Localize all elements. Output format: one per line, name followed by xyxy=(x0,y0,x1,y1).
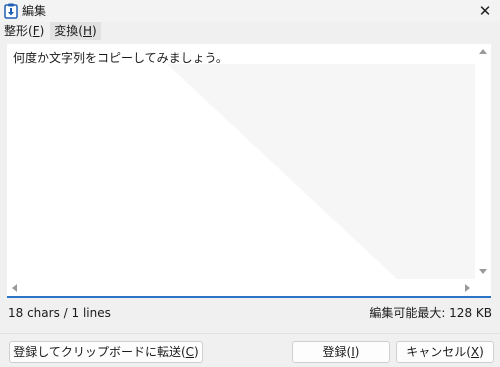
title-bar: 編集 ✕ xyxy=(0,0,500,22)
menu-convert-mnemonic: H xyxy=(82,24,92,38)
menu-convert[interactable]: 変換(H) xyxy=(50,22,101,40)
register-copy-label: 登録してクリップボードに転送( xyxy=(13,345,186,359)
cancel-label: キャンセル( xyxy=(406,345,471,359)
menu-format[interactable]: 整形(F) xyxy=(0,22,48,40)
cancel-suffix: ) xyxy=(479,345,484,359)
edit-dialog: 編集 ✕ 整形(F) 変換(H) 何度か文字列をコピーしてみましょう。 18 c… xyxy=(0,0,500,367)
window-title: 編集 xyxy=(22,4,47,18)
menu-format-suffix: ) xyxy=(39,24,45,38)
arrow-right-icon[interactable] xyxy=(465,284,470,292)
register-label: 登録( xyxy=(322,345,352,359)
clipboard-arrow-icon xyxy=(4,3,18,19)
scroll-corner xyxy=(475,280,491,296)
register-button[interactable]: 登録(I) xyxy=(292,341,390,363)
arrow-left-icon[interactable] xyxy=(12,284,17,292)
register-copy-mnemonic: C xyxy=(185,345,195,359)
menu-format-mnemonic: F xyxy=(32,24,40,38)
cancel-button[interactable]: キャンセル(X) xyxy=(396,341,494,363)
button-panel: 登録してクリップボードに転送(C) 登録(I) キャンセル(X) xyxy=(0,333,500,367)
arrow-up-icon[interactable] xyxy=(479,49,487,54)
register-copy-suffix: ) xyxy=(194,345,199,359)
capacity-info: 編集可能最大: 128 KB xyxy=(369,306,492,320)
horizontal-scrollbar[interactable] xyxy=(7,280,475,296)
editor-content[interactable]: 何度か文字列をコピーしてみましょう。 xyxy=(7,44,475,279)
menu-bar: 整形(F) 変換(H) xyxy=(0,22,500,40)
close-icon: ✕ xyxy=(478,2,492,20)
menu-convert-suffix: ) xyxy=(92,24,97,38)
register-and-copy-button[interactable]: 登録してクリップボードに転送(C) xyxy=(9,341,203,363)
char-line-count: 18 chars / 1 lines xyxy=(8,306,111,320)
menu-format-label: 整形( xyxy=(4,24,33,38)
vertical-scrollbar[interactable] xyxy=(475,44,491,279)
editor-text[interactable]: 何度か文字列をコピーしてみましょう。 xyxy=(13,50,228,66)
arrow-down-icon[interactable] xyxy=(479,269,487,274)
text-editor[interactable]: 何度か文字列をコピーしてみましょう。 xyxy=(7,44,491,298)
cancel-mnemonic: X xyxy=(470,345,480,359)
menu-convert-label: 変換( xyxy=(54,24,83,38)
register-suffix: ) xyxy=(354,345,360,359)
editor-background-sheen xyxy=(167,64,475,279)
close-button[interactable]: ✕ xyxy=(470,0,500,22)
